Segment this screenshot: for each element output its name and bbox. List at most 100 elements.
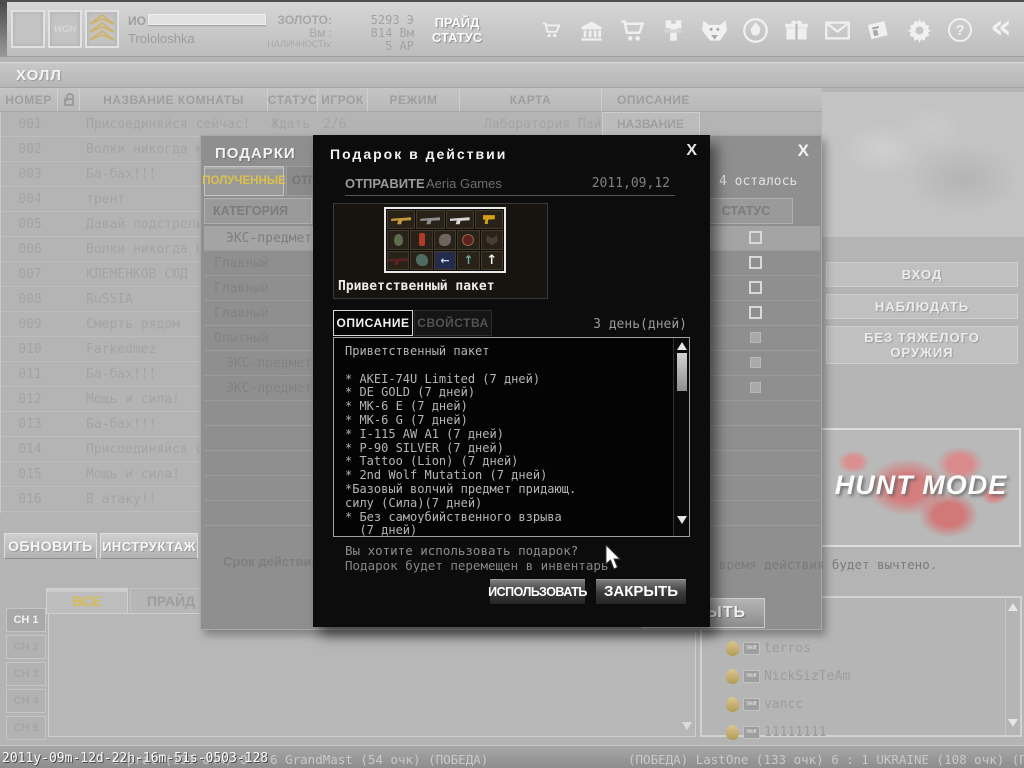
- scroll-up-icon[interactable]: [1008, 603, 1018, 611]
- item-wolf-badge[interactable]: [457, 230, 479, 249]
- room-number: 005: [1, 217, 59, 232]
- description-line: * Tattoo (Lion) (7 дней): [345, 454, 665, 468]
- description-scrollbar[interactable]: [673, 338, 689, 536]
- channel-button[interactable]: CH 1: [6, 608, 46, 632]
- refresh-button[interactable]: ОБНОВИТЬ: [4, 533, 97, 559]
- table-row[interactable]: 001 Присоединяйся сейчас! Ждать 2/6 Лабо…: [1, 112, 603, 137]
- help-icon[interactable]: ?: [941, 8, 979, 52]
- mail-icon[interactable]: [818, 8, 856, 52]
- item-grenade[interactable]: [387, 230, 409, 249]
- col-map[interactable]: КАРТА: [460, 88, 602, 111]
- tab-description[interactable]: ОПИСАНИЕ: [333, 310, 413, 336]
- pride-status-button[interactable]: ПРАЙД СТАТУС: [420, 11, 494, 49]
- col-status[interactable]: СТАТУС: [268, 88, 318, 111]
- gift-modal: Подарок в действии X ОТПРАВИТЕ Aeria Gam…: [313, 135, 710, 627]
- list-item[interactable]: Wolf NickSizTeAm: [726, 664, 850, 688]
- observe-button[interactable]: НАБЛЮДАТЬ: [826, 294, 1018, 319]
- back-icon[interactable]: «: [982, 8, 1020, 52]
- card-icon[interactable]: [859, 8, 897, 52]
- gear-icon[interactable]: [900, 8, 938, 52]
- tab-all[interactable]: ВСЕ: [46, 588, 128, 614]
- player-list-scrollbar[interactable]: [1005, 598, 1020, 735]
- no-heavy-weapons-button[interactable]: БЕЗ ТЯЖЕЛОГО ОРУЖИЯ: [826, 326, 1018, 364]
- gift-status-checkbox[interactable]: [750, 357, 761, 368]
- room-number: 004: [1, 192, 59, 207]
- status-header[interactable]: СТАТУС: [699, 198, 793, 224]
- close-icon[interactable]: X: [686, 142, 697, 160]
- room-name: Ба-бах!!!: [86, 167, 156, 182]
- col-player[interactable]: ИГРОК: [318, 88, 368, 111]
- tab-properties[interactable]: СВОЙСТВА: [414, 310, 492, 336]
- description-line: * I-115 AW A1 (7 дней): [345, 427, 665, 441]
- col-lock[interactable]: [58, 88, 80, 111]
- match-result-right: (ПОБЕДА) LastOne (133 очк) 6 : 1 UKRAINE…: [628, 752, 1024, 767]
- package-name: Приветственный пакет: [338, 279, 495, 294]
- clan-logo[interactable]: WGH: [48, 10, 82, 48]
- hall-header: ХОЛЛ: [0, 62, 1024, 88]
- item-sniper-rifle[interactable]: [446, 210, 474, 229]
- category-header[interactable]: КАТЕГОРИЯ: [204, 198, 312, 224]
- wolf-icon[interactable]: [696, 8, 734, 52]
- item-wolf-claw[interactable]: [434, 230, 456, 249]
- item-dark-rifle[interactable]: [387, 251, 409, 270]
- list-item[interactable]: Wolf 11111111: [726, 720, 827, 744]
- pride-status-line1: ПРАЙД: [435, 15, 480, 30]
- channel-button[interactable]: CH 5: [6, 716, 46, 740]
- gift-status-checkbox[interactable]: [749, 256, 762, 269]
- gift-item-panel: ← ↑ ↑ Приветственный пакет: [333, 203, 548, 299]
- shop-cart-icon[interactable]: [614, 8, 652, 52]
- scroll-down-icon[interactable]: [677, 516, 687, 524]
- item-arrow-teal[interactable]: ↑: [457, 251, 479, 270]
- close-icon[interactable]: X: [798, 141, 809, 161]
- gift-icon[interactable]: [777, 8, 815, 52]
- modal-close-button[interactable]: ЗАКРЫТЬ: [595, 578, 687, 605]
- item-arrow-up[interactable]: ↑: [481, 251, 503, 270]
- item-gold-rifle[interactable]: [387, 210, 415, 229]
- col-room-name[interactable]: НАЗВАНИЕ КОМНАТЫ: [80, 88, 268, 111]
- room-number: 016: [1, 492, 59, 507]
- chat-panel[interactable]: [48, 613, 696, 737]
- bank-icon[interactable]: [573, 8, 611, 52]
- game-screen: { "top_bar": { "slot_logo_text": "WGH", …: [0, 0, 1024, 768]
- item-arrow-left[interactable]: ←: [434, 251, 456, 270]
- use-button[interactable]: ИСПОЛЬЗОВАТЬ: [489, 578, 586, 605]
- avatar-slot[interactable]: [11, 10, 45, 48]
- inventory-icon[interactable]: [655, 8, 693, 52]
- scroll-thumb[interactable]: [677, 353, 687, 391]
- wolf-badge-icon: Wolf: [743, 670, 760, 683]
- room-map: Лаборатория Пай: [484, 117, 601, 132]
- help-glyph: ?: [955, 22, 964, 39]
- scroll-up-icon[interactable]: [677, 342, 687, 350]
- tab-received[interactable]: ПОЛУЧЕННЫЕ: [204, 166, 284, 196]
- item-wolf-head[interactable]: [481, 230, 503, 249]
- gift-status-checkbox[interactable]: [750, 382, 761, 393]
- col-mode[interactable]: РЕЖИМ: [368, 88, 460, 111]
- item-gray-rifle[interactable]: [416, 210, 444, 229]
- channel-button[interactable]: CH 2: [6, 635, 46, 659]
- list-item[interactable]: Wolf vancc: [726, 692, 803, 716]
- room-name: Ба-бах!!!: [86, 367, 156, 382]
- hunt-mode-banner[interactable]: HUNT MODE: [815, 428, 1021, 547]
- col-description[interactable]: ОПИСАНИЕ: [602, 88, 822, 111]
- channel-button[interactable]: CH 3: [6, 662, 46, 686]
- item-extinguisher[interactable]: [410, 230, 432, 249]
- chat-scroll-down-icon[interactable]: [682, 722, 692, 730]
- room-number: 001: [1, 117, 59, 132]
- gift-category: Главный: [214, 281, 269, 296]
- mini-cart-icon[interactable]: [532, 8, 570, 52]
- col-number[interactable]: НОМЕР: [0, 88, 58, 111]
- gift-status-checkbox[interactable]: [749, 281, 762, 294]
- enter-button[interactable]: ВХОД: [826, 262, 1018, 287]
- item-wolf-mutation[interactable]: [410, 251, 432, 270]
- briefing-button[interactable]: ИНСТРУКТАЖ: [100, 533, 198, 559]
- pride-status-line2: СТАТУС: [432, 30, 482, 45]
- gift-status-checkbox[interactable]: [749, 231, 762, 244]
- channel-button[interactable]: CH 4: [6, 689, 46, 713]
- scroll-down-icon[interactable]: [1008, 719, 1018, 727]
- list-item[interactable]: Wolf terros: [726, 636, 811, 660]
- gift-status-checkbox[interactable]: [750, 332, 761, 343]
- cash-label: НАЛИЧНОСТЬ:: [240, 39, 332, 49]
- gift-status-checkbox[interactable]: [749, 306, 762, 319]
- item-gold-pistol[interactable]: [475, 210, 503, 229]
- flame-icon[interactable]: [737, 8, 775, 52]
